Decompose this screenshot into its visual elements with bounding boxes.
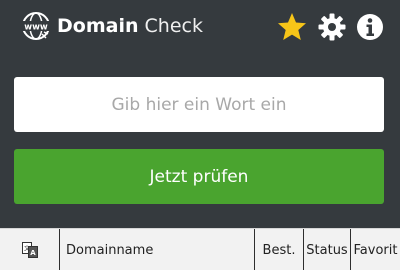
gear-icon[interactable]	[317, 12, 347, 42]
column-status[interactable]: Status	[304, 229, 351, 270]
results-table-header: 文 A Domainname Best. Status Favorit	[0, 228, 400, 270]
app-title: Domain Check	[57, 15, 203, 37]
column-domainname[interactable]: Domainname	[60, 229, 255, 270]
search-input[interactable]	[14, 77, 384, 132]
app-title-bold: Domain	[57, 15, 139, 37]
column-favorit[interactable]: Favorit	[351, 229, 400, 270]
column-language[interactable]: 文 A	[0, 229, 60, 270]
www-globe-icon: www	[20, 12, 52, 40]
info-icon[interactable]	[355, 12, 385, 42]
column-best[interactable]: Best.	[255, 229, 304, 270]
translate-icon: 文 A	[22, 242, 38, 258]
check-button[interactable]: Jetzt prüfen	[14, 149, 384, 204]
app-title-light: Check	[138, 15, 203, 37]
svg-text:www: www	[24, 23, 48, 33]
svg-text:A: A	[30, 249, 36, 257]
svg-text:文: 文	[24, 245, 30, 253]
star-icon[interactable]	[277, 12, 307, 42]
app-header: www Domain Check	[0, 0, 400, 56]
